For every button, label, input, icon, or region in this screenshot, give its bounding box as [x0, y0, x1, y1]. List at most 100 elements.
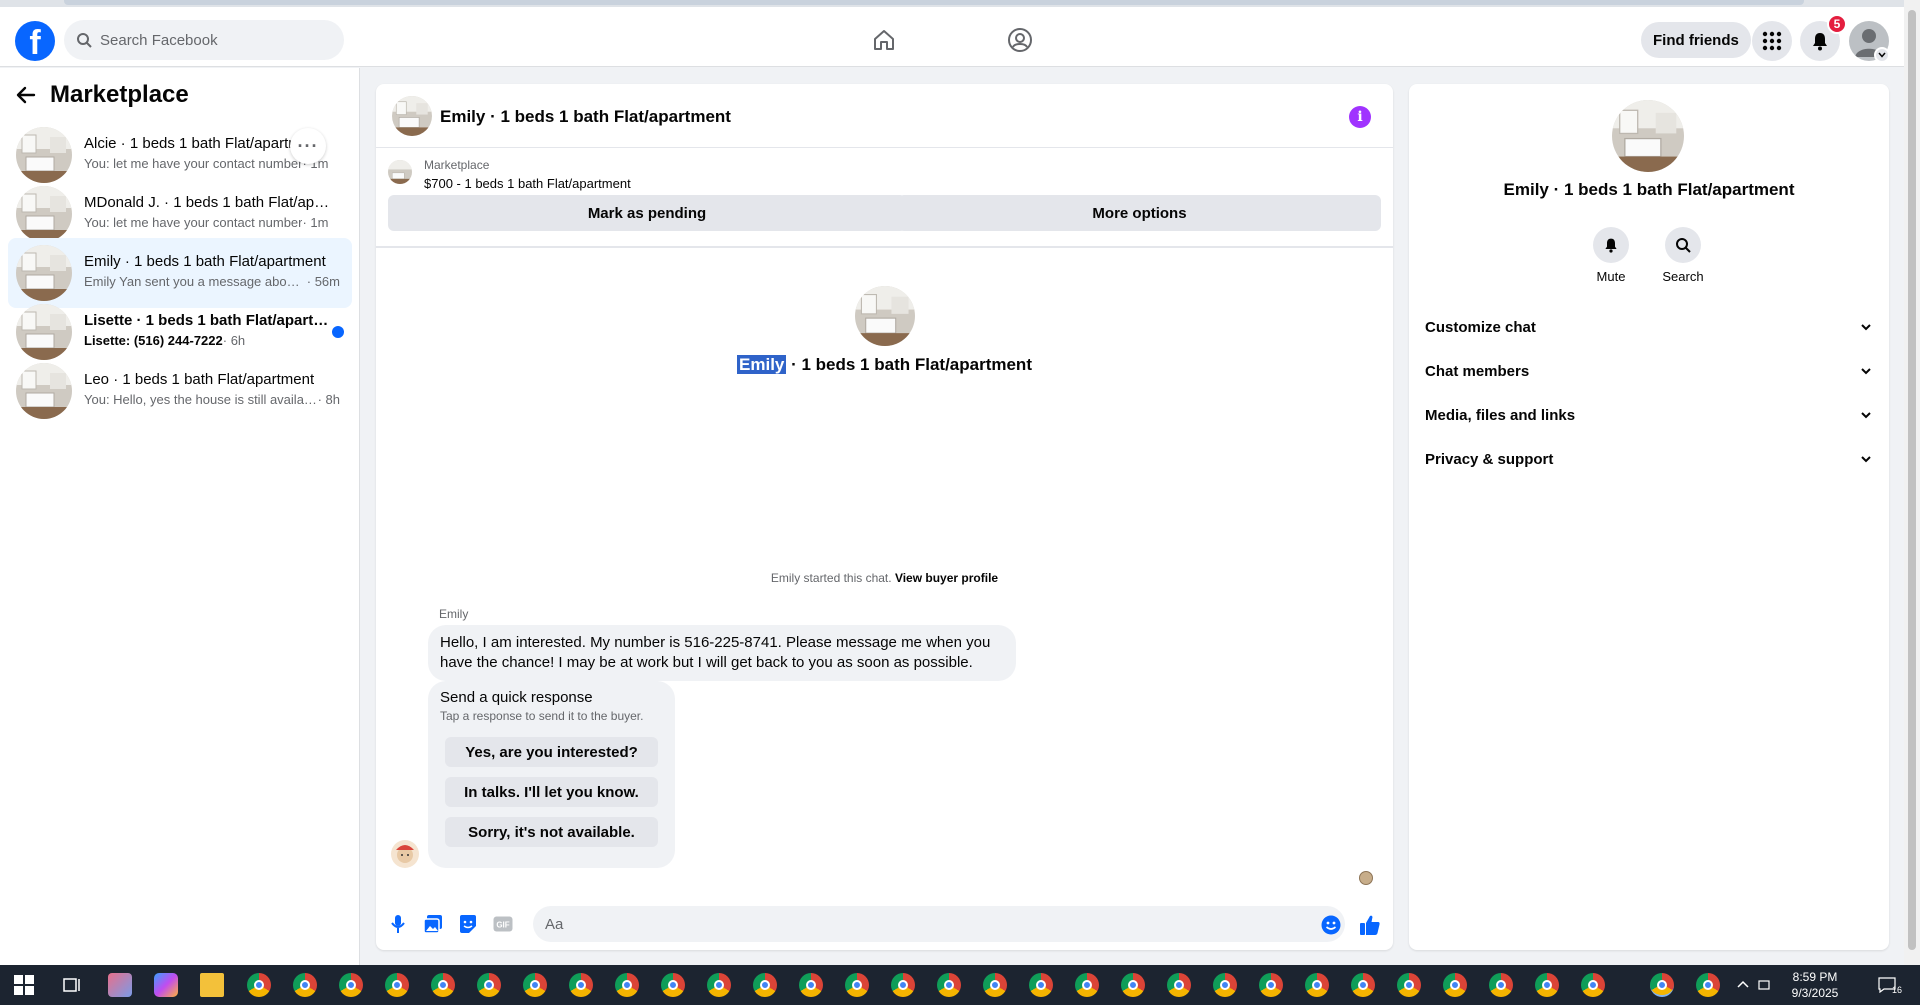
search-input[interactable]: [100, 31, 330, 49]
chrome-icon[interactable]: [937, 973, 961, 997]
chat-started-notice: Emily started this chat. View buyer prof…: [376, 571, 1393, 585]
gif-icon[interactable]: GIF: [493, 914, 513, 934]
image-icon[interactable]: [423, 914, 443, 934]
taskbar-clock[interactable]: 8:59 PM 9/3/2025: [1780, 969, 1850, 1001]
more-options-button[interactable]: More options: [898, 195, 1381, 231]
message-composer: GIF: [376, 900, 1393, 950]
windows-start-icon[interactable]: [12, 973, 36, 997]
chrome-icon[interactable]: [1259, 973, 1283, 997]
chrome-icon[interactable]: [1489, 973, 1513, 997]
conversation-item-leo[interactable]: Leo · 1 beds 1 bath Flat/apartment You: …: [8, 356, 352, 426]
home-icon[interactable]: [869, 25, 899, 55]
chrome-icon[interactable]: [1535, 973, 1559, 997]
tray-chevron-up-icon[interactable]: [1736, 965, 1750, 1005]
privacy-support-section[interactable]: Privacy & support: [1425, 441, 1873, 477]
microphone-icon[interactable]: [388, 914, 408, 934]
chat-details-panel: Emily · 1 beds 1 bath Flat/apartment Mut…: [1409, 84, 1889, 950]
conversation-preview-text: You: let me have your contact number: [84, 156, 303, 171]
chrome-icon[interactable]: [431, 973, 455, 997]
chrome-icon[interactable]: [1075, 973, 1099, 997]
chrome-icon[interactable]: [1305, 973, 1329, 997]
info-icon[interactable]: i: [1349, 106, 1371, 128]
page-scrollbar[interactable]: [1904, 0, 1920, 965]
listing-thumbnail: [16, 304, 72, 360]
message-input-wrapper[interactable]: [533, 906, 1345, 942]
chrome-icon[interactable]: [1351, 973, 1375, 997]
chat-started-text: Emily started this chat.: [770, 571, 895, 585]
media-files-links-section[interactable]: Media, files and links: [1425, 397, 1873, 433]
chrome-icon[interactable]: [569, 973, 593, 997]
customize-chat-section[interactable]: Customize chat: [1425, 309, 1873, 345]
chrome-icon[interactable]: [707, 973, 731, 997]
chrome-icon[interactable]: [523, 973, 547, 997]
chevron-down-icon[interactable]: [1874, 47, 1890, 63]
facebook-logo[interactable]: f: [15, 21, 55, 61]
chat-panel: Emily · 1 beds 1 bath Flat/apartment i M…: [376, 84, 1393, 950]
chrome-icon[interactable]: [1397, 973, 1421, 997]
chrome-icon[interactable]: [1029, 973, 1053, 997]
copilot-icon[interactable]: [154, 973, 178, 997]
chrome-icon[interactable]: [339, 973, 363, 997]
chrome-icon[interactable]: [1121, 973, 1145, 997]
details-title: Emily · 1 beds 1 bath Flat/apartment: [1503, 180, 1795, 199]
back-arrow-icon[interactable]: [16, 85, 36, 105]
conversation-preview-text: Emily Yan sent you a message about your …: [84, 274, 307, 289]
listing-thumbnail: [16, 363, 72, 419]
search-label: Search: [1662, 269, 1704, 284]
quick-response-button[interactable]: Sorry, it's not available.: [445, 817, 658, 847]
chrome-icon[interactable]: [615, 973, 639, 997]
search-bar[interactable]: [64, 20, 344, 60]
chrome-icon[interactable]: [753, 973, 777, 997]
chrome-icon[interactable]: [799, 973, 823, 997]
chrome-icon[interactable]: [845, 973, 869, 997]
find-friends-button[interactable]: Find friends: [1641, 22, 1751, 58]
buyer-avatar[interactable]: [391, 840, 419, 868]
search-in-chat-button[interactable]: Search: [1653, 227, 1713, 284]
chrome-icon[interactable]: [1213, 973, 1237, 997]
view-buyer-profile-link[interactable]: View buyer profile: [895, 571, 998, 585]
chevron-down-icon: [1861, 412, 1871, 419]
emoji-icon[interactable]: [1321, 915, 1341, 935]
chrome-icon[interactable]: [1443, 973, 1467, 997]
chrome-icon[interactable]: [983, 973, 1007, 997]
app-icon[interactable]: [108, 973, 132, 997]
chrome-icon[interactable]: [1696, 973, 1720, 997]
task-view-icon[interactable]: [60, 973, 84, 997]
chrome-icon[interactable]: [385, 973, 409, 997]
chrome-icon[interactable]: [293, 973, 317, 997]
conversation-preview: Emily Yan sent you a message about your …: [84, 274, 340, 289]
chat-members-section[interactable]: Chat members: [1425, 353, 1873, 389]
more-options-button[interactable]: ···: [290, 128, 326, 164]
chrome-icon-active[interactable]: [1650, 973, 1674, 997]
chrome-icon[interactable]: [661, 973, 685, 997]
chrome-icon[interactable]: [477, 973, 501, 997]
file-explorer-icon[interactable]: [200, 973, 224, 997]
message-input[interactable]: [545, 915, 1305, 933]
conversation-preview-text: Lisette: (516) 244-7222: [84, 333, 223, 348]
groups-icon[interactable]: [1005, 25, 1035, 55]
details-avatar[interactable]: [1612, 100, 1684, 172]
mute-button[interactable]: Mute: [1581, 227, 1641, 284]
sticker-icon[interactable]: [458, 914, 478, 934]
mark-as-pending-button[interactable]: Mark as pending: [388, 195, 906, 231]
listing-price[interactable]: $700 - 1 beds 1 bath Flat/apartment: [424, 176, 631, 191]
chat-title[interactable]: Emily · 1 beds 1 bath Flat/apartment: [440, 107, 731, 127]
menu-grid-icon[interactable]: [1752, 21, 1792, 61]
quick-response-button[interactable]: In talks. I'll let you know.: [445, 777, 658, 807]
chrome-icon[interactable]: [1167, 973, 1191, 997]
chat-avatar[interactable]: [392, 96, 432, 136]
clock-date: 9/3/2025: [1791, 986, 1839, 1000]
chrome-icon[interactable]: [891, 973, 915, 997]
section-label: Media, files and links: [1425, 406, 1576, 424]
chrome-icon[interactable]: [247, 973, 271, 997]
quick-response-button[interactable]: Yes, are you interested?: [445, 737, 658, 767]
quick-response-card: Send a quick response Tap a response to …: [428, 681, 675, 868]
chrome-icon[interactable]: [1581, 973, 1605, 997]
profile-avatar[interactable]: [854, 286, 915, 346]
selected-text: Emily: [737, 355, 787, 374]
conversation-preview: You: Hello, yes the house is still avail…: [84, 392, 340, 407]
scrollbar-thumb[interactable]: [1908, 10, 1916, 950]
thumbs-up-icon[interactable]: [1358, 913, 1382, 937]
notification-center-icon[interactable]: 16: [1878, 965, 1902, 1005]
network-icon[interactable]: [1757, 965, 1771, 1005]
